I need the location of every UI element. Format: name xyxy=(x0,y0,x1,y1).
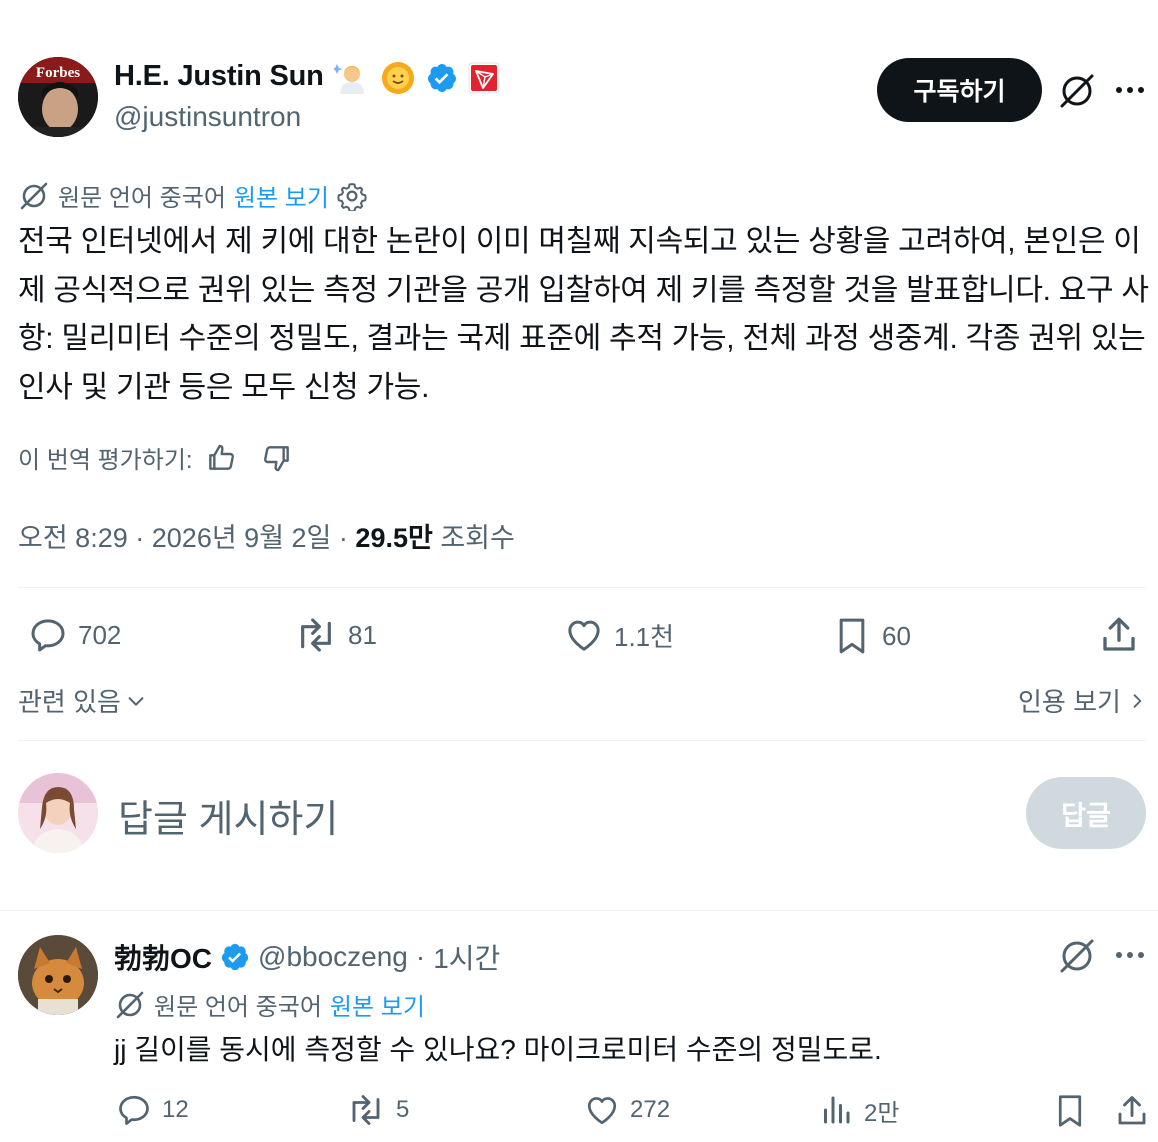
divider xyxy=(18,740,1146,741)
reply-reply-action[interactable]: 12 xyxy=(116,1092,189,1128)
retweet-count: 81 xyxy=(348,619,377,650)
retweet-icon xyxy=(352,1095,380,1125)
reply-share-button[interactable] xyxy=(1114,1092,1150,1135)
chevron-right-icon xyxy=(1133,693,1142,708)
reply-icon xyxy=(119,1095,149,1125)
show-original-link[interactable]: 원본 보기 xyxy=(234,178,329,213)
reply-avatar-image xyxy=(18,935,98,1015)
grok-icon[interactable] xyxy=(1058,937,1096,980)
grok-icon[interactable] xyxy=(1058,72,1096,115)
reply-bookmark-button[interactable] xyxy=(1052,1092,1088,1135)
reply-submit-button[interactable]: 답글 xyxy=(1026,777,1146,849)
divider xyxy=(18,587,1146,588)
share-button[interactable] xyxy=(1098,614,1140,661)
reply-count: 702 xyxy=(78,619,122,650)
reply-like-action[interactable]: 272 xyxy=(584,1092,670,1128)
retweet-action[interactable]: 81 xyxy=(294,615,377,655)
related-toggle[interactable]: 관련 있음 xyxy=(18,682,147,719)
views-count: 29.5만 xyxy=(355,523,433,553)
meta-separator: · xyxy=(338,523,348,553)
view-quotes-label: 인용 보기 xyxy=(1018,687,1121,717)
heart-icon xyxy=(587,1097,617,1125)
author-badges xyxy=(334,60,500,96)
user-avatar[interactable] xyxy=(18,773,98,853)
related-label: 관련 있음 xyxy=(18,687,121,717)
reply-show-original-link[interactable]: 원본 보기 xyxy=(330,987,425,1022)
share-icon xyxy=(1103,617,1135,651)
reply-translation-bar: 원문 언어 중국어 원본 보기 xyxy=(114,987,425,1022)
tweet-time[interactable]: 오전 8:29 xyxy=(18,523,128,553)
reply-views-action[interactable]: 2만 xyxy=(818,1092,899,1128)
scientist-emoji-icon xyxy=(334,64,364,94)
view-quotes-link[interactable]: 인용 보기 xyxy=(1018,682,1147,719)
bookmark-icon xyxy=(839,618,865,654)
thumbs-up-icon[interactable] xyxy=(205,442,237,474)
divider xyxy=(0,910,1158,911)
meta-separator: · xyxy=(135,523,145,553)
author-display-name[interactable]: H.E. Justin Sun xyxy=(114,60,324,93)
rate-translation-row: 이 번역 평가하기: xyxy=(18,440,293,475)
reply-retweet-action[interactable]: 5 xyxy=(346,1092,409,1128)
reply-views-count: 2만 xyxy=(864,1099,900,1127)
share-icon xyxy=(1118,1096,1146,1125)
verified-badge-icon[interactable] xyxy=(220,942,250,972)
reply-time[interactable]: 1시간 xyxy=(433,937,500,977)
sun-emoji-icon xyxy=(382,62,414,94)
rate-translation-label: 이 번역 평가하기: xyxy=(18,447,193,474)
user-avatar-image xyxy=(18,773,98,853)
more-options-icon[interactable] xyxy=(1114,943,1146,972)
more-options-icon[interactable] xyxy=(1114,78,1146,107)
reply-reply-count: 12 xyxy=(162,1096,189,1123)
reply-text: jj 길이를 동시에 측정할 수 있나요? 마이크로미터 수준의 정밀도로. xyxy=(114,1034,882,1065)
reply-like-count: 272 xyxy=(630,1096,671,1123)
author-avatar[interactable]: Forbes xyxy=(18,57,98,137)
reply-author-handle[interactable]: @bboczeng xyxy=(258,941,408,973)
reply-icon xyxy=(31,619,65,652)
reply-translation-label: 원문 언어 중국어 xyxy=(154,994,322,1021)
tweet-text: 전국 인터넷에서 제 키에 대한 논란이 이미 며칠째 지속되고 있는 상황을 … xyxy=(18,225,1149,404)
thumbs-down-icon[interactable] xyxy=(261,442,293,474)
tweet-meta: 오전 8:29 · 2026년 9월 2일 · 29.5만 조회수 xyxy=(18,516,515,555)
tron-logo-icon xyxy=(468,62,500,94)
avatar-forbes-text: Forbes xyxy=(36,65,80,81)
chevron-down-icon xyxy=(128,696,144,706)
like-count: 1.1천 xyxy=(614,621,675,652)
author-handle[interactable]: @justinsuntron xyxy=(114,101,301,133)
bookmark-count: 60 xyxy=(882,620,911,651)
reply-author-avatar[interactable] xyxy=(18,935,98,1015)
bookmark-icon xyxy=(1058,1095,1082,1127)
compose-reply-input[interactable]: 답글 게시하기 xyxy=(118,788,338,843)
subscribe-button[interactable]: 구독하기 xyxy=(877,58,1042,122)
reply-header: 勃勃OC @bboczeng · 1시간 xyxy=(114,937,500,977)
reply-retweet-count: 5 xyxy=(396,1096,410,1123)
reply-separator: · xyxy=(415,941,426,972)
avatar-image: Forbes xyxy=(18,57,98,137)
grok-translate-icon xyxy=(116,991,144,1018)
settings-gear-icon[interactable] xyxy=(337,181,367,211)
grok-translate-icon xyxy=(20,182,48,209)
reply-author-name[interactable]: 勃勃OC xyxy=(114,937,212,977)
heart-icon xyxy=(568,620,600,651)
verified-badge-icon[interactable] xyxy=(426,62,458,94)
translation-bar: 원문 언어 중국어 원본 보기 xyxy=(18,178,367,213)
analytics-icon xyxy=(824,1096,850,1124)
tweet-date[interactable]: 2026년 9월 2일 xyxy=(152,523,332,553)
reply-action[interactable]: 702 xyxy=(28,615,121,655)
translation-label: 원문 언어 중국어 xyxy=(58,185,226,212)
retweet-icon xyxy=(301,618,331,652)
bookmark-action[interactable]: 60 xyxy=(832,615,911,657)
like-action[interactable]: 1.1천 xyxy=(564,615,674,655)
views-label: 조회수 xyxy=(440,523,515,553)
